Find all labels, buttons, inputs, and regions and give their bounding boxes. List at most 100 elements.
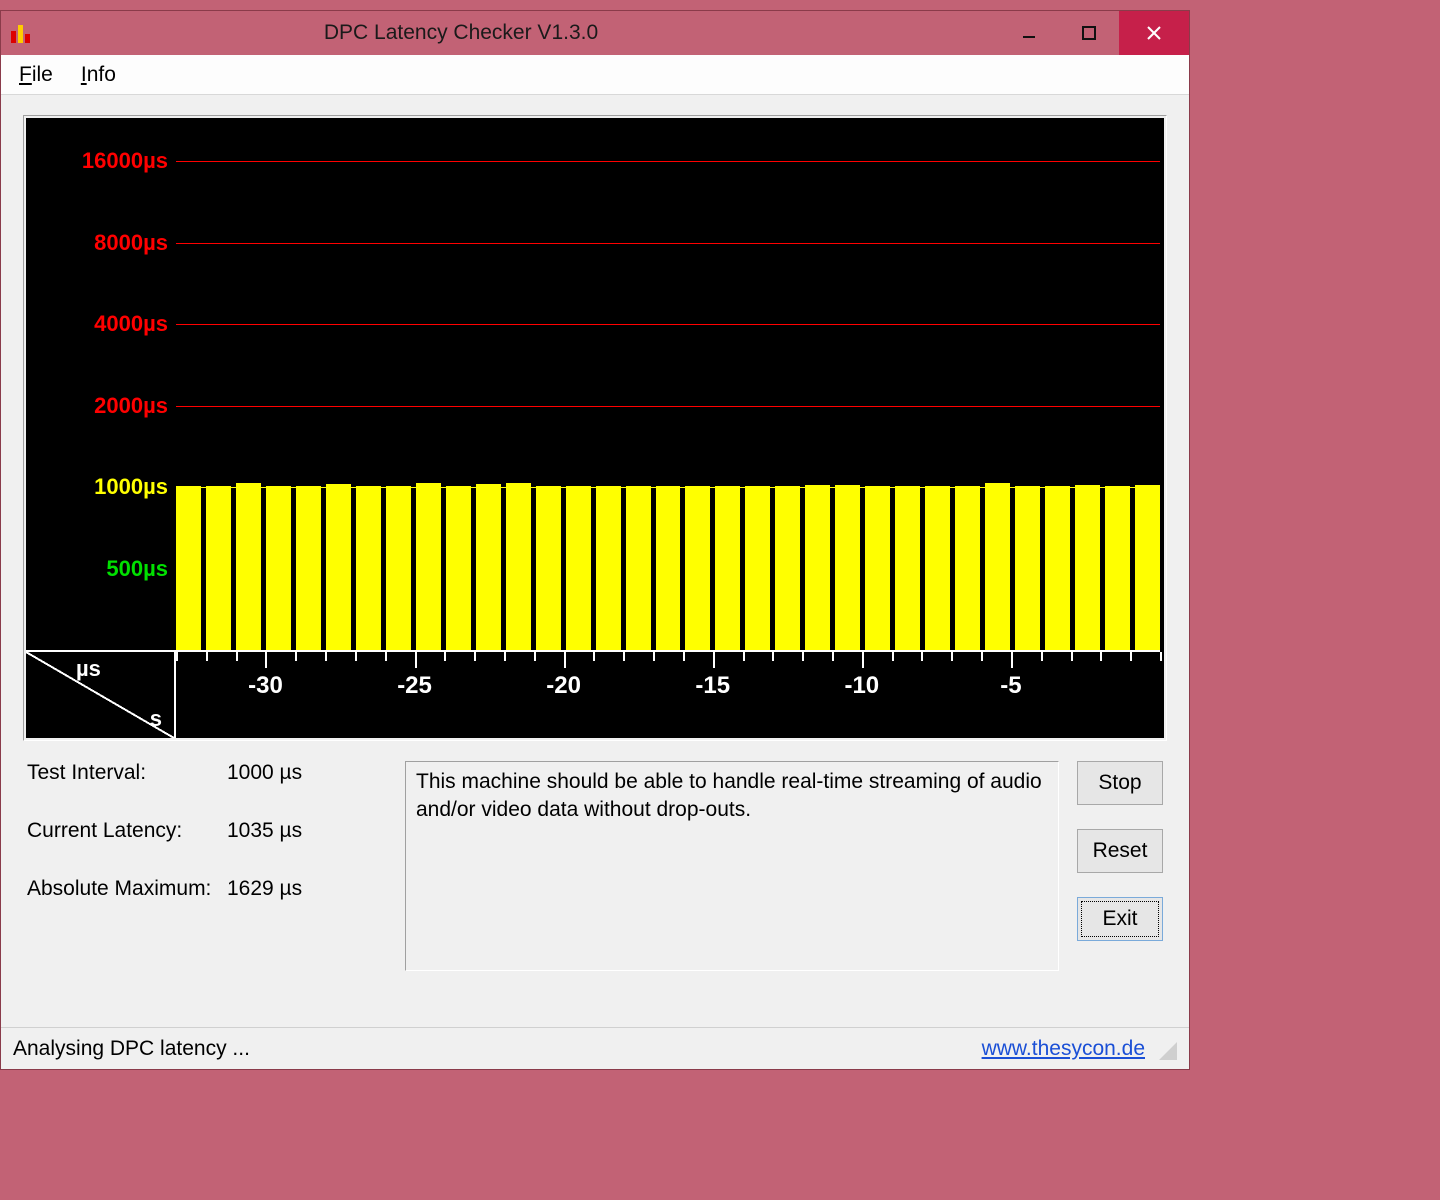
latency-bar [386,486,411,650]
latency-bar [566,486,591,650]
latency-bar [1075,485,1100,650]
latency-bar [236,483,261,650]
latency-bar [596,486,621,650]
x-ticks: -30-25-20-15-10-5 [176,652,1160,738]
maximize-icon [1081,25,1097,41]
test-interval-value: 1000 µs [227,761,302,785]
menu-info[interactable]: Info [81,63,116,87]
latency-bar [955,486,980,650]
latency-bar [356,486,381,650]
latency-bar [685,486,710,650]
latency-bar [176,486,201,650]
current-latency-label: Current Latency: [27,819,227,843]
button-column: Stop Reset Exit [1077,761,1163,971]
stop-button[interactable]: Stop [1077,761,1163,805]
x-tick-minor [1130,652,1132,661]
close-button[interactable] [1119,11,1189,55]
x-tick-minor [355,652,357,661]
x-tick-minor [325,652,327,661]
metrics: Test Interval: 1000 µs Current Latency: … [27,761,387,971]
latency-bar [326,484,351,650]
y-tick-label: 8000µs [94,230,168,256]
latency-bar [446,486,471,650]
latency-bar [656,486,681,650]
latency-bar [805,485,830,650]
minimize-icon [1021,25,1037,41]
gridline [176,161,1160,162]
x-tick-minor [295,652,297,661]
y-unit-label: µs [76,656,101,682]
latency-bar [895,486,920,650]
bars [176,124,1160,650]
latency-bar [925,486,950,650]
x-tick-minor [593,652,595,661]
menu-file[interactable]: File [19,63,53,87]
x-tick-minor [981,652,983,661]
x-tick-major [862,652,864,668]
x-tick-minor [444,652,446,661]
chart-frame: 500µs1000µs2000µs4000µs8000µs16000µs µs … [23,115,1167,741]
x-tick-label: -25 [397,672,432,700]
absolute-maximum-value: 1629 µs [227,877,302,901]
x-tick-minor [921,652,923,661]
x-tick-major [713,652,715,668]
maximize-button[interactable] [1059,11,1119,55]
lower-panel: Test Interval: 1000 µs Current Latency: … [23,741,1167,981]
absolute-maximum-label: Absolute Maximum: [27,877,227,901]
axis-corner: µs s [26,652,176,738]
x-unit-label: s [150,706,162,732]
x-tick-minor [176,652,178,661]
plot-area [176,124,1160,650]
message-box: This machine should be able to handle re… [405,761,1059,971]
latency-bar [506,483,531,650]
latency-bar [476,484,501,650]
x-tick-minor [206,652,208,661]
latency-bar [1135,485,1160,650]
x-tick-minor [474,652,476,661]
latency-bar [835,485,860,650]
latency-chart: 500µs1000µs2000µs4000µs8000µs16000µs µs … [26,118,1164,738]
x-axis: µs s -30-25-20-15-10-5 [26,650,1160,738]
x-tick-minor [653,652,655,661]
status-text: Analysing DPC latency ... [13,1037,982,1061]
y-tick-label: 2000µs [94,393,168,419]
x-tick-major [1011,652,1013,668]
y-tick-label: 16000µs [82,148,168,174]
y-tick-label: 4000µs [94,311,168,337]
x-tick-minor [385,652,387,661]
test-interval-label: Test Interval: [27,761,227,785]
x-tick-minor [1160,652,1162,661]
x-tick-minor [892,652,894,661]
x-tick-minor [534,652,536,661]
x-tick-minor [1100,652,1102,661]
reset-button[interactable]: Reset [1077,829,1163,873]
minimize-button[interactable] [999,11,1059,55]
gridline [176,324,1160,325]
client-area: 500µs1000µs2000µs4000µs8000µs16000µs µs … [1,95,1189,1027]
latency-bar [985,483,1010,650]
x-tick-minor [832,652,834,661]
titlebar[interactable]: DPC Latency Checker V1.3.0 [1,11,1189,55]
x-tick-minor [1071,652,1073,661]
latency-bar [266,486,291,650]
resize-grip-icon[interactable] [1155,1038,1177,1060]
latency-bar [1105,486,1130,650]
y-tick-label: 1000µs [94,474,168,500]
gridline [176,406,1160,407]
x-tick-minor [683,652,685,661]
latency-bar [416,483,441,650]
close-icon [1145,24,1163,42]
x-tick-label: -5 [1000,672,1021,700]
latency-bar [715,486,740,650]
vendor-link[interactable]: www.thesycon.de [982,1037,1145,1061]
latency-bar [296,486,321,650]
x-tick-label: -15 [695,672,730,700]
x-tick-label: -10 [844,672,879,700]
latency-bar [745,486,770,650]
exit-button[interactable]: Exit [1077,897,1163,941]
x-tick-major [415,652,417,668]
y-axis-labels: 500µs1000µs2000µs4000µs8000µs16000µs [26,124,174,650]
latency-bar [1045,486,1070,650]
x-tick-minor [951,652,953,661]
latency-bar [1015,486,1040,650]
